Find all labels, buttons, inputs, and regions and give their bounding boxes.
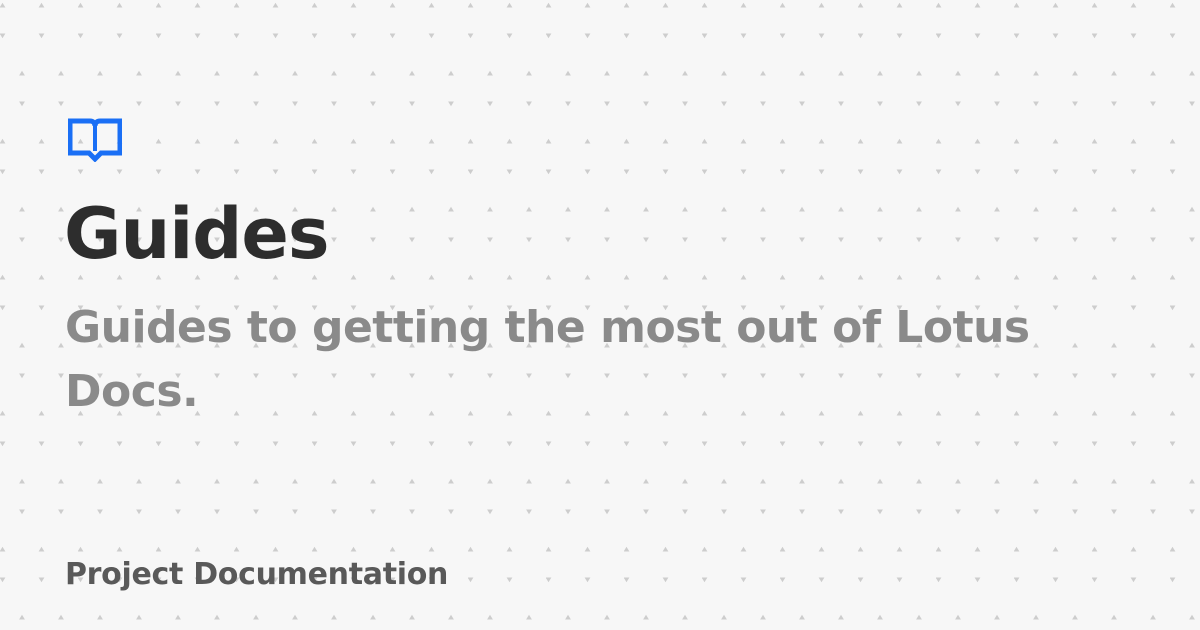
social-card: Guides Guides to getting the most out of…: [0, 0, 1200, 630]
site-name: Project Documentation: [65, 557, 449, 592]
page-title: Guides: [64, 193, 330, 275]
open-book-icon: [68, 118, 122, 162]
page-subtitle: Guides to getting the most out of Lotus …: [65, 302, 1030, 417]
